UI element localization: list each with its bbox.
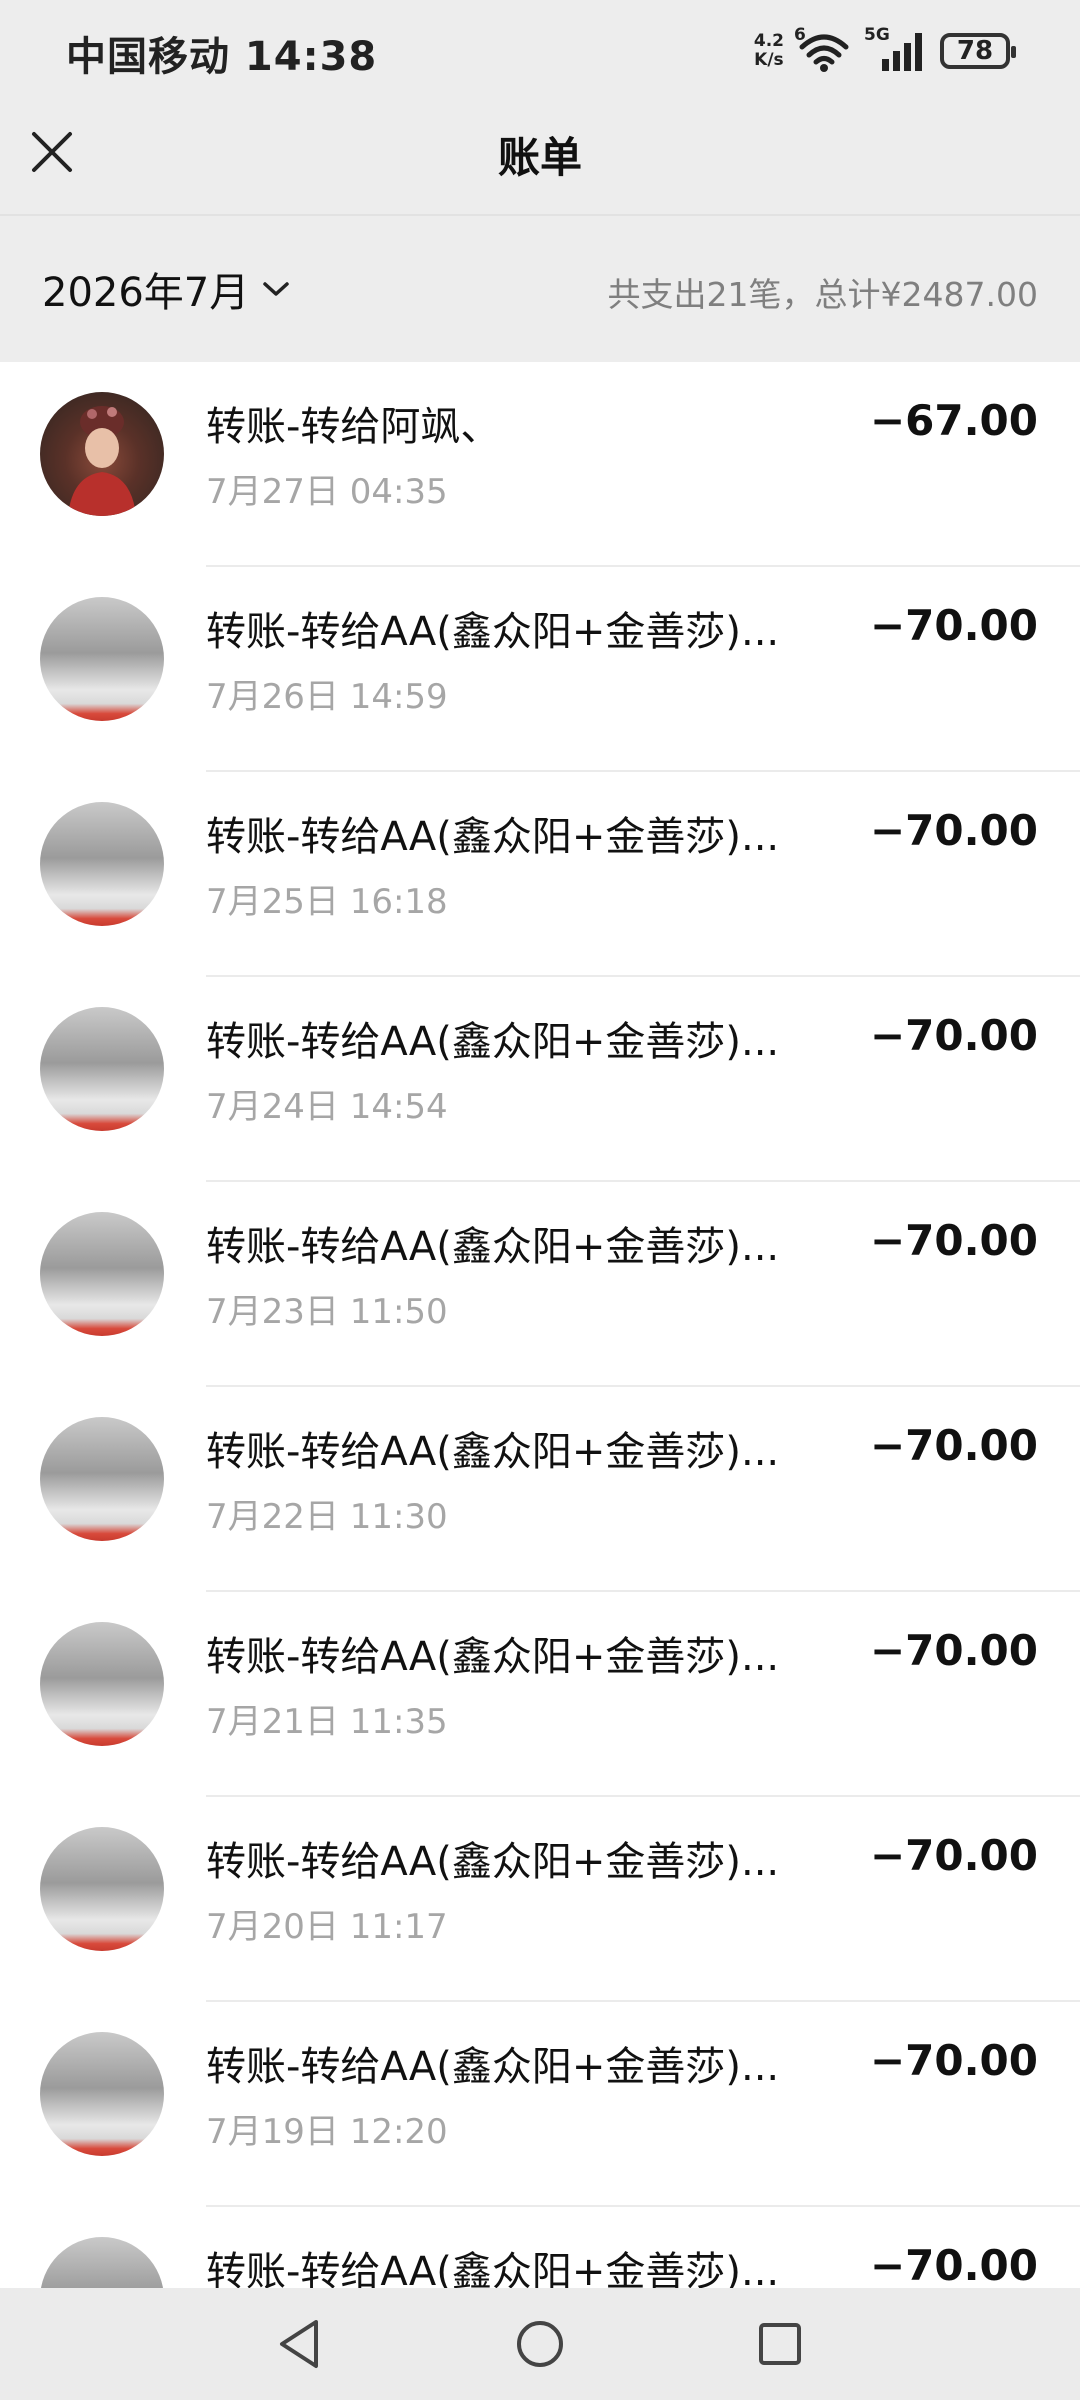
avatar bbox=[40, 1827, 164, 1951]
recents-square-icon bbox=[759, 2323, 801, 2365]
wifi-sup: 6 bbox=[794, 25, 806, 45]
transaction-amount: −70.00 bbox=[869, 601, 1038, 650]
transaction-amount: −70.00 bbox=[869, 1626, 1038, 1675]
avatar bbox=[40, 802, 164, 926]
transaction-amount: −70.00 bbox=[869, 1831, 1038, 1880]
list-item[interactable]: 转账-转给阿飒、 7月27日 04:35 −67.00 bbox=[0, 362, 1080, 567]
carrier-time: 中国移动 14:38 bbox=[66, 34, 378, 80]
net-speed: 4.2 K/s bbox=[754, 32, 784, 70]
transaction-time: 7月27日 04:35 bbox=[206, 472, 448, 512]
month-picker[interactable]: 2026年7月 bbox=[42, 260, 291, 318]
transaction-title: 转账-转给AA(鑫众阳+金善莎)... bbox=[206, 814, 780, 860]
transaction-title: 转账-转给AA(鑫众阳+金善莎)... bbox=[206, 1429, 780, 1475]
wifi-icon: 6 bbox=[794, 25, 852, 73]
bill-screen: 中国移动 14:38 4.2 K/s 6 5G 78 账单 2026年7月 共支… bbox=[0, 0, 1080, 2400]
list-item[interactable]: 转账-转给AA(鑫众阳+金善莎)... 7月25日 16:18 −70.00 bbox=[0, 772, 1080, 977]
home-button[interactable] bbox=[510, 2314, 570, 2374]
page-title: 账单 bbox=[497, 133, 582, 182]
month-label: 2026年7月 bbox=[42, 270, 250, 316]
signal-sup: 5G bbox=[864, 25, 890, 45]
transaction-time: 7月23日 11:50 bbox=[206, 1292, 448, 1332]
transaction-amount: −70.00 bbox=[869, 1011, 1038, 1060]
transaction-amount: −67.00 bbox=[869, 396, 1038, 445]
transaction-amount: −70.00 bbox=[869, 1421, 1038, 1470]
system-nav-bar bbox=[0, 2288, 1080, 2400]
chevron-down-icon bbox=[263, 282, 289, 296]
avatar bbox=[40, 2032, 164, 2156]
cellular-signal-icon: 5G bbox=[864, 25, 928, 73]
status-bar: 中国移动 14:38 4.2 K/s 6 5G 78 bbox=[0, 0, 1080, 100]
status-icons: 4.2 K/s 6 5G 78 bbox=[754, 25, 1016, 76]
nav-bar: 账单 bbox=[0, 100, 1080, 214]
avatar bbox=[40, 1417, 164, 1541]
transaction-amount: −70.00 bbox=[869, 2036, 1038, 2085]
back-triangle-icon bbox=[280, 2320, 318, 2368]
list-item[interactable]: 转账-转给AA(鑫众阳+金善莎)... 7月26日 14:59 −70.00 bbox=[0, 567, 1080, 772]
transaction-time: 7月20日 11:17 bbox=[206, 1907, 448, 1947]
avatar bbox=[40, 392, 164, 516]
transaction-time: 7月26日 14:59 bbox=[206, 677, 448, 717]
transaction-title: 转账-转给阿飒、 bbox=[206, 404, 501, 450]
battery-icon: 78 bbox=[940, 33, 1016, 69]
list-item[interactable]: 转账-转给AA(鑫众阳+金善莎)... 7月19日 12:20 −70.00 bbox=[0, 2002, 1080, 2207]
transaction-time: 7月25日 16:18 bbox=[206, 882, 448, 922]
transaction-amount: −70.00 bbox=[869, 1216, 1038, 1265]
recents-button[interactable] bbox=[750, 2314, 810, 2374]
transaction-title: 转账-转给AA(鑫众阳+金善莎)... bbox=[206, 1019, 780, 1065]
avatar bbox=[40, 1212, 164, 1336]
transaction-time: 7月24日 14:54 bbox=[206, 1087, 448, 1127]
summary-total: 共支出21笔，总计¥2487.00 bbox=[607, 275, 1038, 314]
list-item[interactable]: 转账-转给AA(鑫众阳+金善莎)... 7月21日 11:35 −70.00 bbox=[0, 1592, 1080, 1797]
list-item[interactable]: 转账-转给AA(鑫众阳+金善莎)... 7月23日 11:50 −70.00 bbox=[0, 1182, 1080, 1387]
home-circle-icon bbox=[517, 2321, 563, 2367]
avatar bbox=[40, 1622, 164, 1746]
transaction-list: 转账-转给阿飒、 7月27日 04:35 −67.00 转账-转给AA(鑫众阳+… bbox=[0, 362, 1080, 2400]
transaction-title: 转账-转给AA(鑫众阳+金善莎)... bbox=[206, 1839, 780, 1885]
net-speed-value: 4.2 bbox=[753, 31, 784, 51]
avatar bbox=[40, 1007, 164, 1131]
net-speed-unit: K/s bbox=[754, 50, 784, 70]
list-item[interactable]: 转账-转给AA(鑫众阳+金善莎)... 7月20日 11:17 −70.00 bbox=[0, 1797, 1080, 2002]
transaction-amount: −70.00 bbox=[869, 806, 1038, 855]
transaction-title: 转账-转给AA(鑫众阳+金善莎)... bbox=[206, 2044, 780, 2090]
transaction-title: 转账-转给AA(鑫众阳+金善莎)... bbox=[206, 609, 780, 655]
transaction-title: 转账-转给AA(鑫众阳+金善莎)... bbox=[206, 1224, 780, 1270]
transaction-amount: −70.00 bbox=[869, 2241, 1038, 2290]
avatar bbox=[40, 597, 164, 721]
summary-bar: 2026年7月 共支出21笔，总计¥2487.00 bbox=[0, 214, 1080, 362]
transaction-title: 转账-转给AA(鑫众阳+金善莎)... bbox=[206, 1634, 780, 1680]
back-button[interactable] bbox=[270, 2314, 330, 2374]
battery-level: 78 bbox=[956, 36, 994, 66]
list-item[interactable]: 转账-转给AA(鑫众阳+金善莎)... 7月22日 11:30 −70.00 bbox=[0, 1387, 1080, 1592]
transaction-time: 7月19日 12:20 bbox=[206, 2112, 448, 2152]
transaction-time: 7月21日 11:35 bbox=[206, 1702, 448, 1742]
transaction-time: 7月22日 11:30 bbox=[206, 1497, 448, 1537]
list-item[interactable]: 转账-转给AA(鑫众阳+金善莎)... 7月24日 14:54 −70.00 bbox=[0, 977, 1080, 1182]
